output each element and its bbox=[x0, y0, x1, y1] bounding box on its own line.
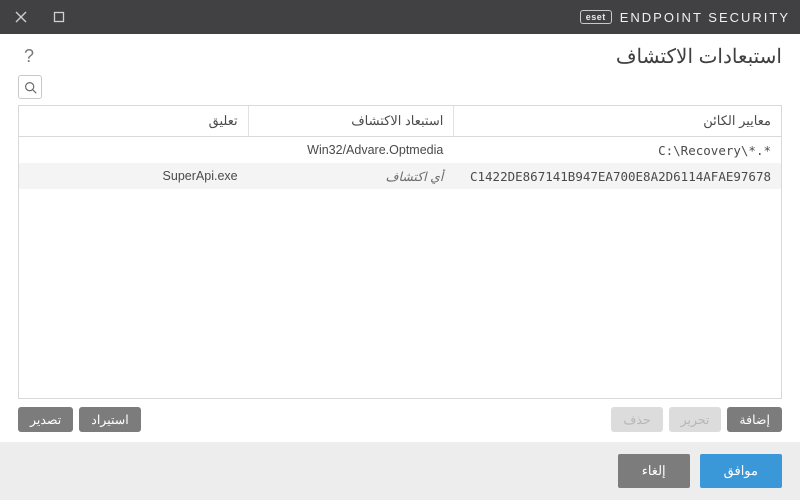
window-controls bbox=[4, 0, 76, 34]
cell-detection: Win32/Advare.Optmedia bbox=[248, 143, 454, 157]
th-criteria[interactable]: معايير الكائن bbox=[453, 106, 781, 136]
th-comment[interactable]: تعليق bbox=[19, 106, 248, 136]
add-button[interactable]: إضافة bbox=[727, 407, 782, 432]
table-row[interactable]: C:\Recovery\*.* Win32/Advare.Optmedia bbox=[19, 137, 781, 163]
import-button[interactable]: استيراد bbox=[79, 407, 140, 432]
table-row[interactable]: C1422DE867141B947EA700E8A2D6114AFAE97678… bbox=[19, 163, 781, 189]
cell-comment: SuperApi.exe bbox=[19, 169, 248, 183]
io-button-group: استيراد تصدير bbox=[18, 407, 141, 432]
table-header: معايير الكائن استبعاد الاكتشاف تعليق bbox=[19, 106, 781, 137]
cell-criteria: C1422DE867141B947EA700E8A2D6114AFAE97678 bbox=[453, 169, 781, 184]
close-icon[interactable] bbox=[4, 0, 38, 34]
brand: eset ENDPOINT SECURITY bbox=[580, 10, 790, 25]
export-button[interactable]: تصدير bbox=[18, 407, 73, 432]
page-title: استبعادات الاكتشاف bbox=[616, 44, 782, 69]
footer-bar: موافق إلغاء bbox=[0, 442, 800, 500]
th-detection[interactable]: استبعاد الاكتشاف bbox=[248, 106, 454, 136]
edit-button[interactable]: تحرير bbox=[669, 407, 722, 432]
cell-detection: أي اكتشاف bbox=[248, 169, 454, 184]
cell-criteria: C:\Recovery\*.* bbox=[453, 143, 781, 158]
delete-button[interactable]: حذف bbox=[611, 407, 662, 432]
actions-row: إضافة تحرير حذف استيراد تصدير bbox=[0, 399, 800, 442]
titlebar: eset ENDPOINT SECURITY bbox=[0, 0, 800, 34]
edit-button-group: إضافة تحرير حذف bbox=[611, 407, 782, 432]
maximize-icon[interactable] bbox=[42, 0, 76, 34]
ok-button[interactable]: موافق bbox=[700, 454, 782, 488]
table-body: C:\Recovery\*.* Win32/Advare.Optmedia C1… bbox=[19, 137, 781, 398]
brand-logo: eset bbox=[580, 10, 612, 24]
search-icon[interactable] bbox=[18, 75, 42, 99]
cancel-button[interactable]: إلغاء bbox=[618, 454, 690, 488]
exclusions-table: معايير الكائن استبعاد الاكتشاف تعليق C:\… bbox=[18, 105, 782, 399]
brand-product: ENDPOINT SECURITY bbox=[620, 10, 790, 25]
help-icon[interactable]: ? bbox=[18, 46, 40, 68]
search-row bbox=[0, 75, 800, 105]
header-row: ? استبعادات الاكتشاف bbox=[0, 34, 800, 75]
